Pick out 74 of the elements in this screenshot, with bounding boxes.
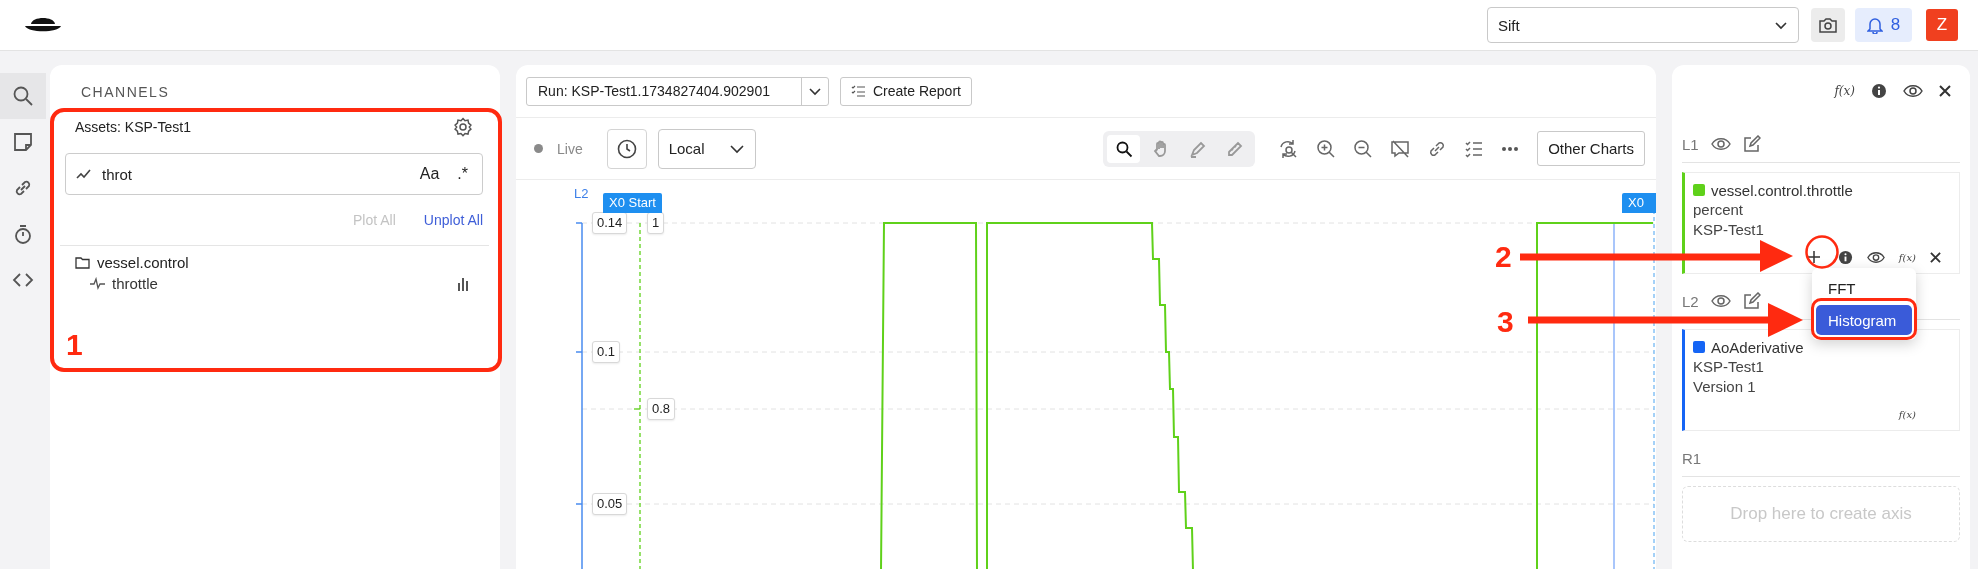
zoom-out-icon[interactable] — [1353, 138, 1374, 159]
axis-label: R1 — [1682, 449, 1702, 467]
pen-icon — [1188, 139, 1207, 158]
clock-button[interactable] — [606, 128, 647, 169]
search-field[interactable]: throt Aa .* — [65, 153, 483, 195]
folder-icon — [75, 256, 90, 269]
camera-icon — [1819, 17, 1837, 33]
channel-name: AoAderivative — [1711, 338, 1804, 356]
axis-tick-label: 0.05 — [592, 493, 628, 515]
zoom-in-icon[interactable] — [1316, 138, 1337, 159]
axis-label: L1 — [1682, 135, 1699, 153]
eye-icon[interactable] — [1866, 250, 1885, 264]
more-icon[interactable] — [1501, 145, 1520, 152]
axis-tick-label: 0.14 — [592, 212, 628, 234]
annotation-number: 1 — [66, 329, 83, 361]
channel-name: vessel.control.throttle — [1711, 181, 1853, 199]
channel-detail: KSP-Test1 — [1693, 357, 1765, 377]
trend-icon — [76, 168, 92, 180]
search-icon — [12, 85, 34, 107]
edit-icon[interactable] — [1742, 135, 1761, 153]
notifications-button[interactable]: 8 — [1855, 8, 1912, 42]
user-avatar[interactable]: Z — [1926, 9, 1958, 41]
channel-detail: percent — [1693, 200, 1745, 220]
function-button[interactable]: f(x) — [1898, 251, 1916, 263]
live-label[interactable]: Live — [557, 140, 583, 157]
search-nav-button[interactable] — [0, 73, 46, 119]
note-icon — [12, 131, 34, 153]
signal-icon — [90, 277, 105, 290]
bar-chart-icon[interactable] — [457, 276, 469, 291]
annotation-number: 3 — [1497, 306, 1514, 338]
run-select[interactable]: Run: KSP-Test1.1734827404.902901 — [526, 76, 829, 106]
checklist-icon — [851, 85, 865, 97]
axis-tick-label: 0.1 — [592, 341, 621, 363]
menu-item[interactable]: FFT — [1816, 273, 1912, 303]
zoom-tool-button[interactable] — [1107, 134, 1141, 163]
axis-label: L2 — [1682, 292, 1699, 310]
eye-icon[interactable] — [1903, 84, 1923, 98]
clock-icon — [615, 137, 638, 160]
axis-tick-label: 1 — [647, 212, 665, 234]
search-icon — [1114, 139, 1133, 158]
settings-icon[interactable] — [453, 117, 473, 137]
annotation-number: 2 — [1495, 241, 1512, 273]
eye-icon[interactable] — [1710, 137, 1731, 151]
regex-toggle[interactable]: .* — [457, 165, 468, 183]
close-icon[interactable] — [1939, 85, 1951, 97]
eye-icon[interactable] — [1710, 294, 1731, 308]
plus-icon — [1807, 251, 1820, 263]
stopwatch-icon — [12, 223, 34, 245]
info-icon[interactable] — [1837, 249, 1853, 265]
axis-label: L2 — [574, 186, 589, 201]
checklist-icon[interactable] — [1464, 138, 1485, 159]
bell-icon — [1866, 16, 1883, 34]
function-button[interactable]: f(x) — [1898, 408, 1916, 420]
annotation-circle — [1805, 235, 1839, 269]
timezone-select[interactable]: Local — [657, 128, 756, 169]
tree-channel[interactable]: throttle — [112, 275, 158, 292]
close-icon[interactable] — [1930, 251, 1941, 263]
panel-title: CHANNELS — [81, 84, 171, 100]
assets-label: Assets: KSP-Test1 — [75, 119, 191, 135]
function-button[interactable]: f(x) — [1834, 84, 1855, 98]
channel-detail: KSP-Test1 — [1693, 220, 1765, 240]
match-case-toggle[interactable]: Aa — [419, 165, 440, 183]
axis-tick-label: 0.8 — [647, 398, 676, 420]
channel-detail: Version 1 — [1693, 377, 1757, 397]
unplot-all-button[interactable]: Unplot All — [423, 212, 483, 228]
info-icon[interactable] — [1871, 83, 1887, 99]
menu-item[interactable]: Histogram — [1816, 305, 1912, 335]
create-report-button[interactable]: Create Report — [840, 76, 972, 106]
edit-icon[interactable] — [1742, 292, 1761, 310]
camera-button[interactable] — [1811, 8, 1845, 42]
comment-off-icon[interactable] — [1390, 138, 1411, 159]
other-charts-button[interactable]: Other Charts — [1537, 131, 1645, 166]
workspace-select[interactable]: Sift — [1487, 7, 1799, 43]
tree-folder[interactable]: vessel.control — [97, 254, 189, 271]
